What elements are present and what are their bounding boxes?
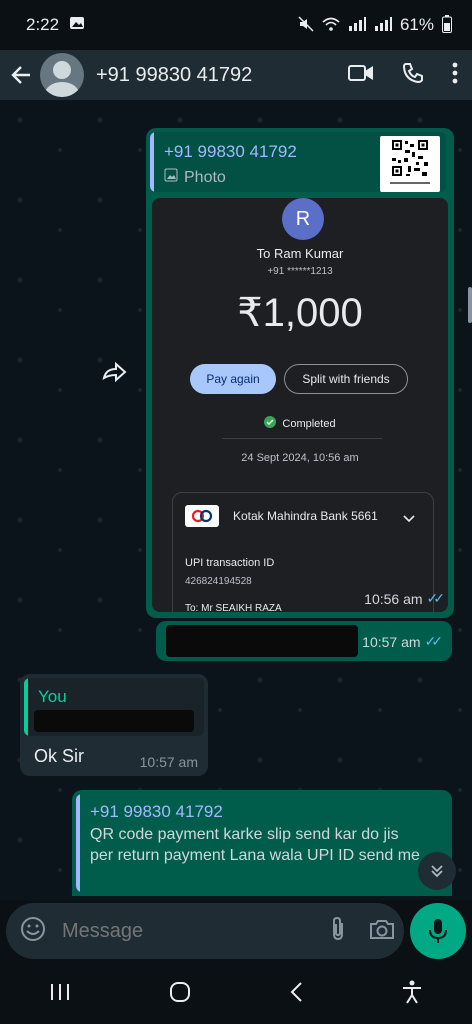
split-with-friends-button[interactable]: Split with friends (284, 364, 408, 394)
kotak-logo-icon (185, 505, 219, 527)
avatar[interactable] (40, 53, 84, 97)
message-request[interactable]: +91 99830 41792 QR code payment karke sl… (72, 790, 452, 896)
video-call-icon[interactable] (348, 63, 374, 88)
upi-id-label: UPI transaction ID (185, 557, 275, 569)
wifi-icon (322, 16, 340, 35)
signal-icon-2 (374, 16, 392, 34)
signal-icon (348, 16, 366, 34)
quoted-message[interactable]: You (24, 678, 204, 736)
voice-call-icon[interactable] (402, 62, 424, 89)
forward-icon[interactable] (100, 358, 130, 388)
double-chevron-down-icon (431, 865, 443, 878)
scroll-to-bottom-button[interactable] (418, 852, 456, 890)
chat-area[interactable]: +91 99830 41792 Photo R To Ram Kumar +91… (0, 100, 472, 900)
mute-icon (298, 15, 314, 35)
message-composer (6, 903, 404, 959)
accessibility-icon[interactable] (401, 980, 423, 1009)
status-bar: 2:22 61% (0, 0, 472, 50)
gallery-notification-icon (69, 15, 85, 36)
recent-apps-icon[interactable] (49, 982, 71, 1007)
payment-status: Completed (282, 417, 336, 430)
recipient-avatar: R (282, 198, 324, 240)
to-line: To: Mr SEAIKH RAZA (185, 603, 282, 612)
bank-name: Kotak Mahindra Bank 5661 (233, 509, 378, 523)
pay-again-button[interactable]: Pay again (190, 364, 276, 394)
recipient-name: To Ram Kumar (256, 246, 344, 261)
read-ticks-icon: ✓✓ (426, 590, 446, 606)
message-input[interactable] (60, 918, 329, 944)
quoted-sender: You (38, 687, 67, 706)
back-arrow-icon[interactable] (8, 62, 34, 88)
quoted-sender: +91 99830 41792 (164, 142, 297, 161)
chat-header: +91 99830 41792 (0, 50, 472, 100)
camera-icon[interactable] (369, 918, 395, 945)
system-nav-bar (0, 964, 472, 1024)
quoted-message[interactable]: +91 99830 41792 Photo (150, 132, 446, 192)
divider (222, 438, 382, 439)
scrollbar[interactable] (468, 287, 472, 323)
payment-receipt-image[interactable]: R To Ram Kumar +91 ******1213 ₹1,000 Pay… (152, 198, 448, 612)
battery-percent: 61% (399, 15, 434, 34)
home-icon[interactable] (169, 981, 191, 1008)
chevron-down-icon[interactable] (403, 510, 415, 528)
completed-check-icon (264, 416, 277, 431)
read-ticks-icon: ✓✓ (424, 633, 444, 649)
upi-id-value: 426824194528 (185, 576, 252, 587)
mic-button[interactable] (410, 903, 466, 959)
redacted-content (34, 710, 194, 732)
battery-icon (442, 14, 452, 36)
message-redacted[interactable]: 10:57 am ✓✓ (156, 621, 452, 661)
message-text: Ok Sir (34, 746, 85, 766)
message-time: 10:57 am (362, 633, 421, 650)
mic-icon (429, 919, 447, 943)
attach-icon[interactable] (329, 916, 347, 947)
message-time: 10:57 am (139, 754, 198, 770)
redacted-content (166, 625, 358, 657)
message-payment-screenshot[interactable]: +91 99830 41792 Photo R To Ram Kumar +91… (146, 128, 454, 618)
back-nav-icon[interactable] (289, 981, 303, 1008)
recipient-phone: +91 ******1213 (267, 266, 333, 277)
status-time: 2:22 (26, 15, 60, 34)
emoji-icon[interactable] (20, 916, 46, 947)
message-time: 10:56 am (364, 590, 423, 607)
payment-date: 24 Sept 2024, 10:56 am (241, 452, 359, 464)
more-options-icon[interactable] (452, 62, 458, 89)
quoted-text: QR code payment karke slip send kar do j… (90, 826, 420, 864)
quoted-sender: +91 99830 41792 (90, 802, 223, 821)
payment-amount: ₹1,000 (237, 291, 363, 335)
photo-icon (164, 168, 178, 187)
qr-code-thumbnail[interactable] (380, 136, 440, 192)
message-reply[interactable]: You Ok Sir 10:57 am (20, 674, 208, 776)
quoted-message[interactable]: +91 99830 41792 QR code payment karke sl… (76, 794, 448, 892)
quoted-type: Photo (184, 168, 226, 186)
contact-name[interactable]: +91 99830 41792 (96, 64, 348, 87)
